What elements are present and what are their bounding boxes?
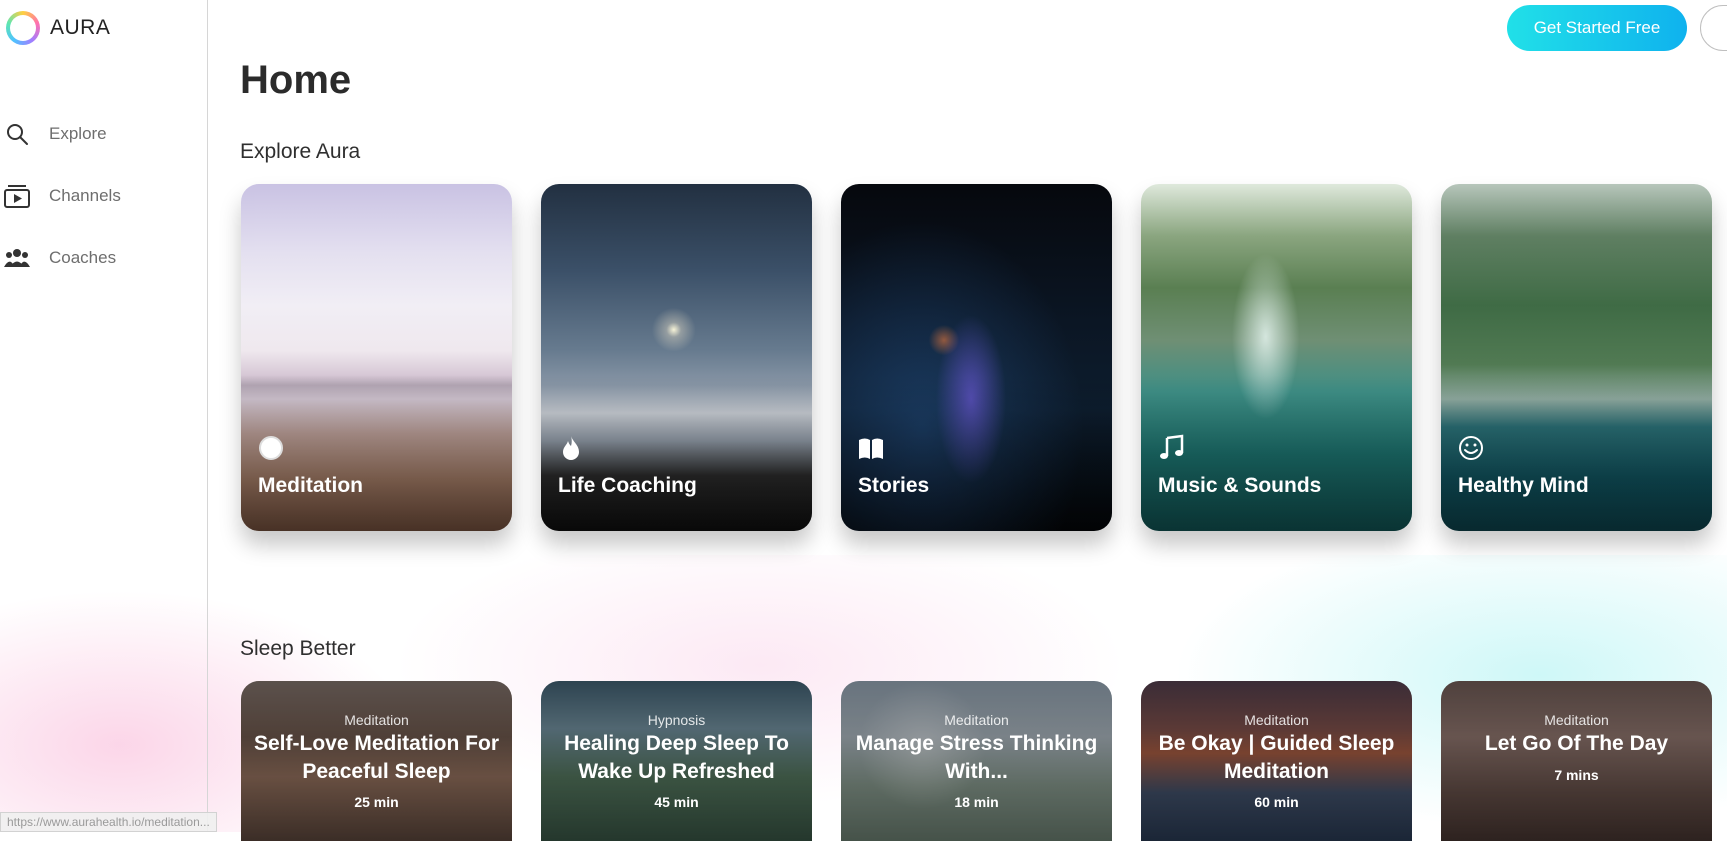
category-card-music-sounds[interactable]: Music & Sounds: [1141, 184, 1412, 531]
brand[interactable]: AURA: [6, 10, 110, 46]
sleep-card-title: Self-Love Meditation For Peaceful Sleep: [253, 732, 499, 783]
sleep-card[interactable]: Hypnosis Healing Deep Sleep To Wake Up R…: [541, 681, 812, 841]
sleep-card[interactable]: Meditation Let Go Of The Day 7 mins: [1441, 681, 1712, 841]
sidebar-item-label: Explore: [49, 124, 107, 143]
sleep-card-duration: 60 min: [1254, 794, 1299, 810]
sidebar-item-explore[interactable]: Explore: [0, 103, 207, 165]
sleep-card-category: Hypnosis: [647, 712, 706, 728]
sidebar-item-coaches[interactable]: Coaches: [0, 227, 207, 289]
sleep-card-category: Meditation: [1244, 712, 1309, 728]
sleep-card-duration: 7 mins: [1554, 767, 1599, 783]
brand-name: AURA: [50, 16, 111, 39]
sleep-section-title: Sleep Better: [240, 637, 356, 660]
sleep-card-title: Healing Deep Sleep To Wake Up Refreshed: [564, 732, 789, 783]
coaches-icon: [4, 245, 30, 271]
category-label: Healthy Mind: [1458, 474, 1589, 497]
sleep-card-title: Manage Stress Thinking With...: [855, 732, 1098, 783]
category-label: Music & Sounds: [1158, 474, 1322, 497]
sleep-card-duration: 18 min: [954, 794, 999, 810]
category-label: Stories: [858, 474, 930, 497]
category-card-stories[interactable]: Stories: [841, 184, 1112, 531]
card-veil: [1441, 681, 1712, 841]
sidebar-item-channels[interactable]: Channels: [0, 165, 207, 227]
sidebar-item-label: Coaches: [49, 248, 117, 267]
status-bar-url: https://www.aurahealth.io/meditation...: [0, 812, 217, 832]
page-title: Home: [240, 58, 352, 102]
sleep-card-duration: 45 min: [654, 794, 699, 810]
login-button[interactable]: [1700, 5, 1727, 51]
sleep-card[interactable]: Meditation Self-Love Meditation For Peac…: [241, 681, 512, 841]
search-icon: [4, 121, 30, 147]
sleep-card-title: Let Go Of The Day: [1484, 732, 1669, 755]
category-label: Meditation: [258, 474, 363, 497]
category-card-life-coaching[interactable]: Life Coaching: [541, 184, 812, 531]
explore-section-title: Explore Aura: [240, 140, 361, 163]
smile-icon: [1457, 434, 1485, 462]
category-card-meditation[interactable]: Meditation: [241, 184, 512, 531]
category-label: Life Coaching: [558, 474, 697, 497]
sleep-card-category: Meditation: [944, 712, 1009, 728]
sleep-card-category: Meditation: [344, 712, 409, 728]
category-card-healthy-mind[interactable]: Healthy Mind: [1441, 184, 1712, 531]
sleep-card[interactable]: Meditation Manage Stress Thinking With..…: [841, 681, 1112, 841]
sidebar: AURA Explore Channels Coaches: [0, 0, 208, 832]
sleep-card-category: Meditation: [1544, 712, 1609, 728]
sidebar-item-label: Channels: [49, 186, 121, 205]
circle-icon: [257, 434, 285, 462]
sidebar-nav: Explore Channels Coaches: [0, 103, 207, 289]
sleep-card-title: Be Okay | Guided Sleep Meditation: [1158, 732, 1395, 783]
sleep-card[interactable]: Meditation Be Okay | Guided Sleep Medita…: [1141, 681, 1412, 841]
channels-icon: [4, 183, 30, 209]
book-icon: [857, 434, 885, 462]
get-started-button[interactable]: Get Started Free: [1507, 5, 1687, 51]
aura-logo-icon: [6, 11, 40, 45]
music-note-icon: [1157, 434, 1185, 462]
flame-icon: [557, 434, 585, 462]
sleep-card-duration: 25 min: [354, 794, 399, 810]
